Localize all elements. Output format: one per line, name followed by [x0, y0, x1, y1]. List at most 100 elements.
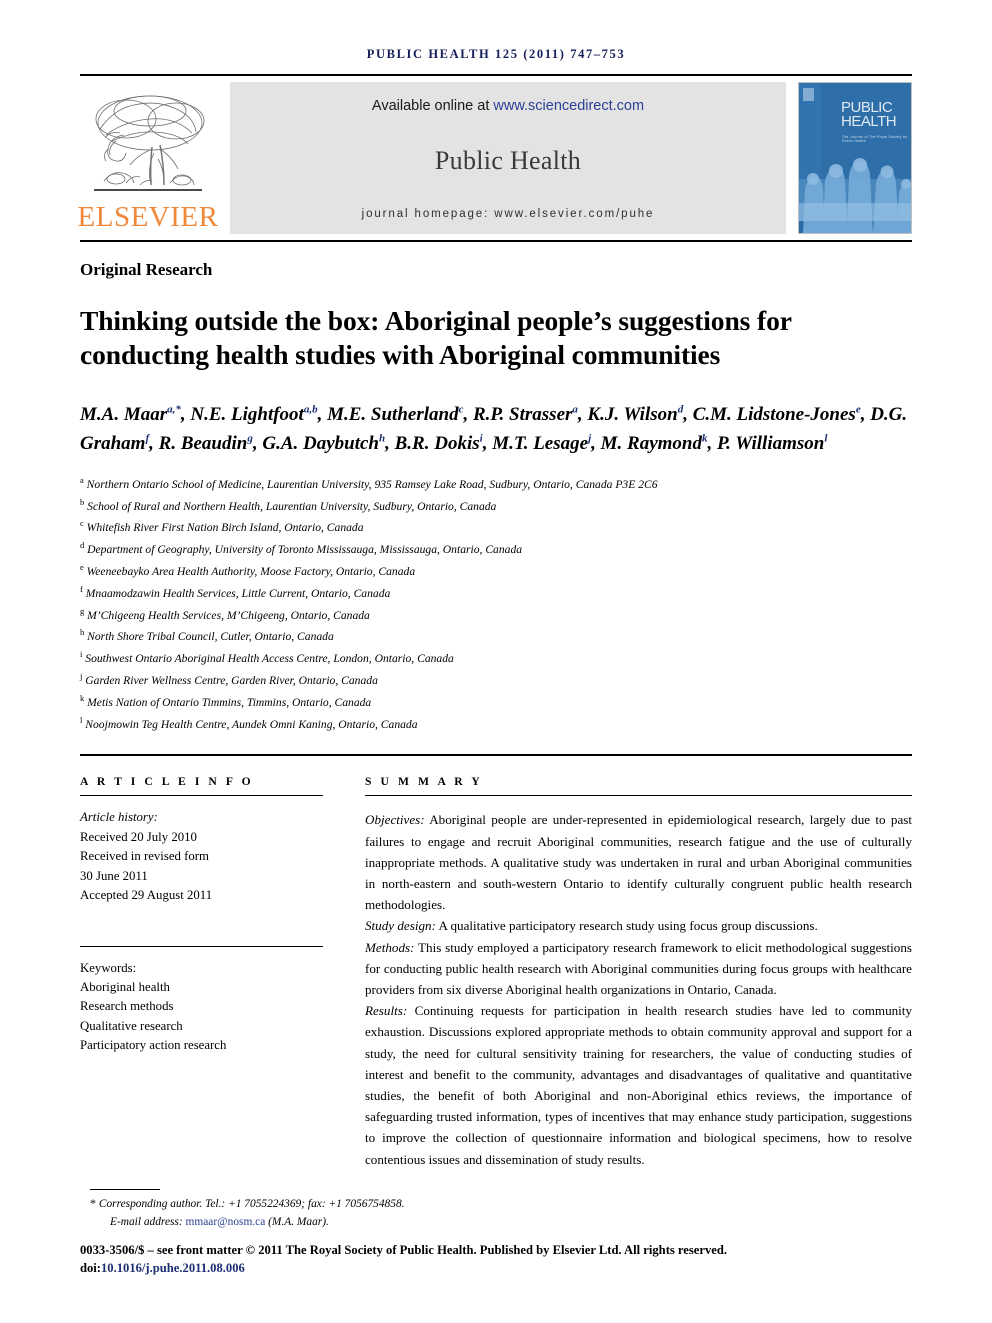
- journal-cover-thumbnail: PUBLIC HEALTH The Journal of The Royal S…: [798, 82, 912, 234]
- summary-section-text: Aboriginal people are under-represented …: [365, 812, 912, 913]
- article-info-rule: [80, 795, 323, 797]
- affiliation-text: North Shore Tribal Council, Cutler, Onta…: [84, 630, 334, 644]
- article-info-column: A R T I C L E I N F O Article history: R…: [80, 775, 323, 1169]
- affiliation-text: Metis Nation of Ontario Timmins, Timmins…: [84, 695, 372, 709]
- doi-label: doi:: [80, 1260, 101, 1275]
- email-label: E-mail address:: [110, 1215, 186, 1228]
- summary-section: Results: Continuing requests for partici…: [365, 1000, 912, 1170]
- journal-homepage-link[interactable]: journal homepage: www.elsevier.com/puhe: [362, 208, 655, 220]
- page-footer: * Corresponding author. Tel.: +1 7055224…: [80, 1171, 912, 1277]
- masthead-top-rule: [80, 74, 912, 76]
- keyword-item: Aboriginal health: [80, 980, 170, 995]
- author-affiliation-marker: d: [677, 403, 684, 416]
- keywords-rule: [80, 945, 323, 947]
- cover-title-line-2: HEALTH: [841, 112, 897, 130]
- elsevier-wordmark: ELSEVIER: [77, 201, 219, 233]
- affiliation-text: Mnaamodzawin Health Services, Little Cur…: [82, 586, 391, 600]
- affiliation-text: Noojmowin Teg Health Centre, Aundek Omni…: [82, 717, 418, 731]
- author-name: M.A. Maar: [80, 404, 168, 426]
- author-name: B.R. Dokis: [394, 432, 480, 454]
- summary-section-label: Study design:: [365, 918, 436, 934]
- copyright-line: 0033-3506/$ – see front matter © 2011 Th…: [80, 1242, 728, 1257]
- summary-body: Objectives: Aboriginal people are under-…: [365, 809, 912, 1169]
- author-affiliation-marker: f: [145, 432, 150, 445]
- info-top-rule: [80, 754, 912, 757]
- summary-section-label: Objectives:: [365, 812, 425, 828]
- info-summary-columns: A R T I C L E I N F O Article history: R…: [80, 775, 912, 1169]
- email-line: E-mail address: mmaar@nosm.ca (M.A. Maar…: [90, 1214, 912, 1232]
- summary-column: S U M M A R Y Objectives: Aboriginal peo…: [365, 775, 912, 1169]
- doi-link[interactable]: 10.1016/j.puhe.2011.08.006: [101, 1261, 245, 1275]
- author-name: M.T. Lesage: [492, 432, 589, 454]
- affiliation-item: l Noojmowin Teg Health Centre, Aundek Om…: [80, 713, 912, 735]
- affiliation-item: a Northern Ontario School of Medicine, L…: [80, 473, 912, 495]
- affiliation-item: g M’Chigeeng Health Services, M’Chigeeng…: [80, 604, 912, 626]
- elsevier-logo: ELSEVIER: [77, 82, 219, 234]
- article-history-lines: Received 20 July 2010 Received in revised…: [80, 828, 323, 906]
- email-suffix: (M.A. Maar).: [265, 1215, 329, 1228]
- author-affiliation-marker: h: [379, 432, 386, 445]
- author-name: P. Williamson: [716, 432, 825, 454]
- affiliation-text: School of Rural and Northern Health, Lau…: [84, 499, 497, 513]
- affiliation-text: Whitefish River First Nation Birch Islan…: [83, 521, 364, 535]
- copyright-block: 0033-3506/$ – see front matter © 2011 Th…: [80, 1241, 912, 1278]
- article-history-block: Article history: Received 20 July 2010 Re…: [80, 808, 323, 905]
- affiliation-text: Southwest Ontario Aboriginal Health Acce…: [82, 652, 454, 666]
- author-affiliation-marker: e: [855, 403, 861, 416]
- affiliation-item: k Metis Nation of Ontario Timmins, Timmi…: [80, 691, 912, 713]
- affiliation-item: d Department of Geography, University of…: [80, 538, 912, 560]
- article-first-page: PUBLIC HEALTH 125 (2011) 747–753 ELSEVIE…: [0, 0, 992, 1323]
- summary-section-text: Continuing requests for participation in…: [365, 1003, 912, 1167]
- author-affiliation-marker: i: [479, 432, 483, 445]
- summary-section: Study design: A qualitative participator…: [365, 915, 912, 936]
- article-history-line: Received 20 July 2010: [80, 829, 197, 844]
- masthead-bottom-rule: [80, 240, 912, 242]
- author-name: N.E. Lightfoot: [190, 404, 304, 426]
- summary-section-label: Results:: [365, 1003, 408, 1019]
- cover-subtitle: The Journal of The Royal Society for Pub…: [842, 135, 908, 143]
- article-history-line: Accepted 29 August 2011: [80, 888, 213, 903]
- corresponding-author-text: Corresponding author. Tel.: +1 705522436…: [98, 1197, 405, 1210]
- affiliation-text: Northern Ontario School of Medicine, Lau…: [83, 477, 658, 491]
- author-affiliation-marker: a: [572, 403, 578, 416]
- page-title: Thinking outside the box: Aboriginal peo…: [80, 305, 792, 370]
- article-history-label: Article history:: [80, 810, 158, 825]
- keyword-item: Participatory action research: [80, 1038, 227, 1053]
- author-name: K.J. Wilson: [587, 404, 678, 426]
- available-online-line: Available online at www.sciencedirect.co…: [372, 98, 644, 114]
- keywords-lines: Aboriginal health Research methods Qualita…: [80, 978, 323, 1056]
- keyword-item: Research methods: [80, 999, 174, 1014]
- author-affiliation-marker: j: [588, 432, 592, 445]
- author-name: G.A. Daybutch: [262, 432, 379, 454]
- article-type-label: Original Research: [80, 260, 213, 279]
- available-online-label: Available online at: [371, 98, 494, 114]
- author-name: M. Raymond: [600, 432, 702, 454]
- article-history-line: Received in revised form: [80, 849, 209, 864]
- keywords-label: Keywords:: [80, 960, 137, 975]
- sciencedirect-link[interactable]: www.sciencedirect.com: [493, 98, 644, 114]
- author-affiliation-marker: l: [824, 432, 828, 445]
- affiliation-item: f Mnaamodzawin Health Services, Little C…: [80, 582, 912, 604]
- elsevier-tree-icon: [86, 89, 210, 201]
- affiliation-item: h North Shore Tribal Council, Cutler, On…: [80, 625, 912, 647]
- affiliation-item: i Southwest Ontario Aboriginal Health Ac…: [80, 647, 912, 669]
- corresponding-author-line: * Corresponding author. Tel.: +1 7055224…: [90, 1194, 912, 1214]
- summary-section-text: A qualitative participatory research stu…: [435, 918, 818, 934]
- affiliation-item: j Garden River Wellness Centre, Garden R…: [80, 669, 912, 691]
- email-link[interactable]: mmaar@nosm.ca: [186, 1216, 266, 1228]
- keywords-block: Keywords: Aboriginal health Research meth…: [80, 959, 323, 1056]
- summary-section: Objectives: Aboriginal people are under-…: [365, 809, 912, 915]
- author-affiliation-marker: k: [701, 432, 708, 445]
- affiliation-text: Weeneebayko Area Health Authority, Moose…: [83, 564, 416, 578]
- author-affiliation-marker: a,b: [303, 403, 318, 416]
- affiliation-item: c Whitefish River First Nation Birch Isl…: [80, 516, 912, 538]
- author-name: R. Beaudin: [158, 432, 248, 454]
- affiliation-text: Garden River Wellness Centre, Garden Riv…: [82, 673, 378, 687]
- author-name: M.E. Sutherland: [327, 404, 459, 426]
- article-history-line: 30 June 2011: [80, 868, 148, 883]
- affiliation-item: b School of Rural and Northern Health, L…: [80, 495, 912, 517]
- author-name: R.P. Strasser: [472, 404, 573, 426]
- summary-heading: S U M M A R Y: [365, 775, 483, 789]
- journal-title: Public Health: [434, 146, 582, 175]
- summary-section-text: This study employed a participatory rese…: [365, 939, 912, 998]
